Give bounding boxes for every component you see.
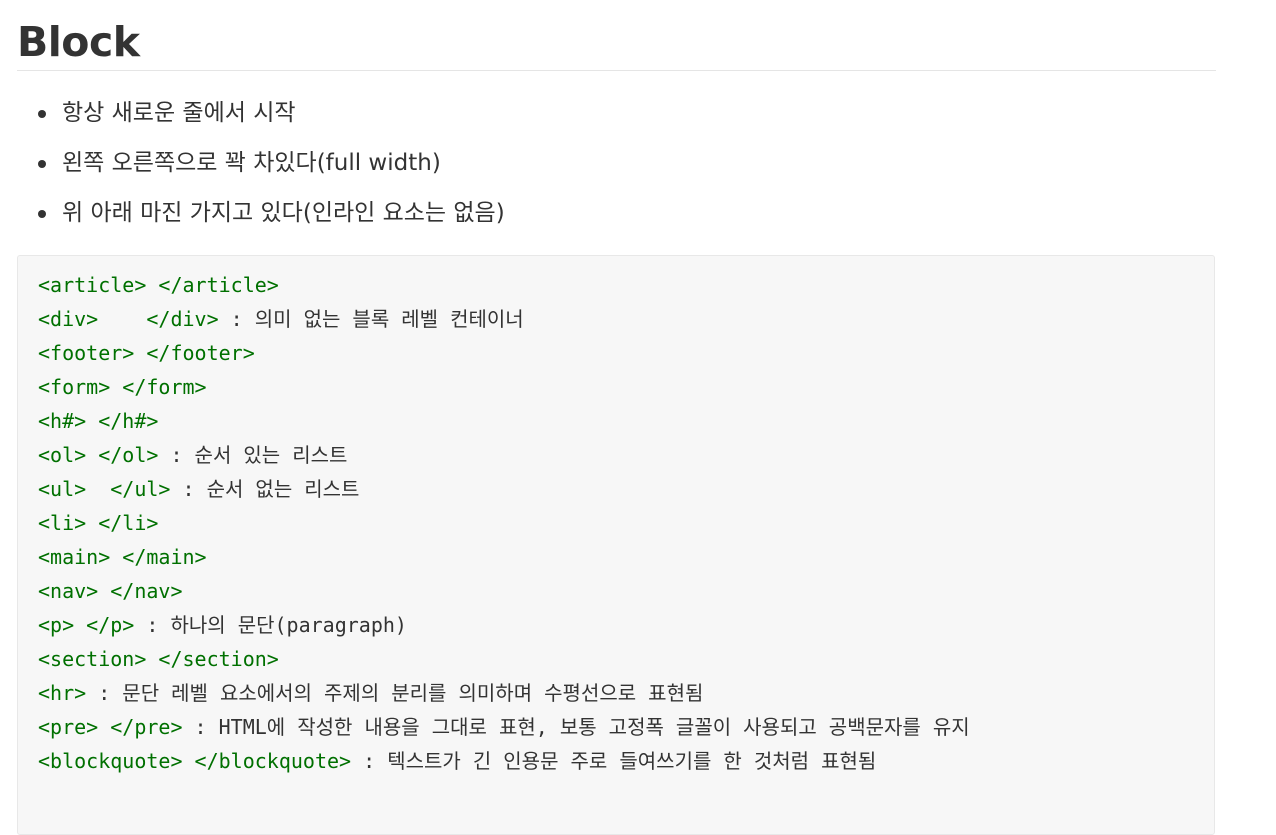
code-description: : HTML에 작성한 내용을 그대로 표현, 보통 고정폭 글꼴이 사용되고 … (182, 715, 970, 739)
code-tag: <hr> (38, 681, 87, 705)
code-line: <pre> </pre> : HTML에 작성한 내용을 그대로 표현, 보통 … (38, 710, 970, 744)
bullet-item: 위 아래 마진 가지고 있다(인라인 요소는 없음) (17, 188, 505, 238)
code-description: : 텍스트가 긴 인용문 주로 들여쓰기를 한 것처럼 표현됨 (351, 749, 877, 773)
code-tag: <form> </form> (38, 375, 207, 399)
code-line: <div> </div> : 의미 없는 블록 레벨 컨테이너 (38, 302, 970, 336)
code-tag: <nav> </nav> (38, 579, 183, 603)
bullet-list: 항상 새로운 줄에서 시작 왼쪽 오른쪽으로 꽉 차있다(full width)… (17, 88, 505, 238)
section-heading: Block (17, 18, 140, 66)
code-tag: <pre> </pre> (38, 715, 183, 739)
code-line: <article> </article> (38, 268, 970, 302)
code-line: <footer> </footer> (38, 336, 970, 370)
code-tag: <div> </div> (38, 307, 219, 331)
bullet-text: 위 아래 마진 가지고 있다(인라인 요소는 없음) (62, 200, 505, 226)
bullet-item: 항상 새로운 줄에서 시작 (17, 88, 505, 138)
code-line: <h#> </h#> (38, 404, 970, 438)
code-tag: <footer> </footer> (38, 341, 255, 365)
code-description: : 문단 레벨 요소에서의 주제의 분리를 의미하며 수평선으로 표현됨 (86, 681, 704, 705)
bullet-text: 왼쪽 오른쪽으로 꽉 차있다(full width) (62, 150, 441, 176)
code-block: <article> </article> <div> </div> : 의미 없는… (17, 255, 1215, 835)
code-description: : 순서 없는 리스트 (170, 477, 360, 501)
bullet-item: 왼쪽 오른쪽으로 꽉 차있다(full width) (17, 138, 505, 188)
code-tag: <p> </p> (38, 613, 135, 637)
code-tag: <ul> </ul> (38, 477, 171, 501)
bullet-dot-icon (38, 160, 46, 168)
code-description: : 하나의 문단(paragraph) (134, 613, 407, 637)
code-line: <section> </section> (38, 642, 970, 676)
bullet-text: 항상 새로운 줄에서 시작 (62, 100, 296, 126)
code-line: <nav> </nav> (38, 574, 970, 608)
document-page: Block 항상 새로운 줄에서 시작 왼쪽 오른쪽으로 꽉 차있다(full … (0, 0, 1276, 835)
code-tag: <section> </section> (38, 647, 279, 671)
code-content: <article> </article> <div> </div> : 의미 없는… (38, 268, 970, 778)
bullet-dot-icon (38, 210, 46, 218)
code-tag: <li> </li> (38, 511, 159, 535)
code-line: <ul> </ul> : 순서 없는 리스트 (38, 472, 970, 506)
bullet-dot-icon (38, 110, 46, 118)
code-line: <hr> : 문단 레벨 요소에서의 주제의 분리를 의미하며 수평선으로 표현… (38, 676, 970, 710)
heading-divider (17, 70, 1216, 71)
code-line: <blockquote> </blockquote> : 텍스트가 긴 인용문 … (38, 744, 970, 778)
code-line: <p> </p> : 하나의 문단(paragraph) (38, 608, 970, 642)
code-line: <main> </main> (38, 540, 970, 574)
code-tag: <h#> </h#> (38, 409, 159, 433)
code-tag: <blockquote> </blockquote> (38, 749, 352, 773)
code-tag: <article> </article> (38, 273, 279, 297)
code-line: <li> </li> (38, 506, 970, 540)
code-tag: <main> </main> (38, 545, 207, 569)
code-tag: <ol> </ol> (38, 443, 159, 467)
code-line: <ol> </ol> : 순서 있는 리스트 (38, 438, 970, 472)
code-description: : 순서 있는 리스트 (158, 443, 348, 467)
code-description: : 의미 없는 블록 레벨 컨테이너 (218, 307, 524, 331)
code-line: <form> </form> (38, 370, 970, 404)
